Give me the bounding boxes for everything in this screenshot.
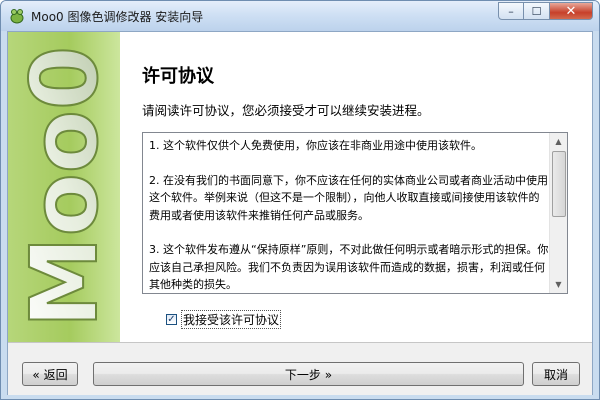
close-button[interactable]: ✕ xyxy=(550,2,593,20)
agree-checkbox[interactable]: ✓ xyxy=(166,314,177,325)
wizard-client: Moo0 许可协议 请阅读许可协议，您必须接受才可以继续安装进程。 1. 这个软… xyxy=(7,31,593,395)
sidebar-banner: Moo0 xyxy=(8,32,120,342)
checkmark-icon: ✓ xyxy=(167,313,176,325)
license-textbox[interactable]: 1. 这个软件仅供个人免费使用，你应该在非商业用途中使用该软件。 2. 在没有我… xyxy=(142,132,568,294)
logo-text: Moo0 xyxy=(11,46,118,328)
title-bar[interactable]: Moo0 图像色调修改器 安装向导 – ☐ ✕ xyxy=(1,1,599,31)
agree-checkbox-row[interactable]: ✓ 我接受该许可协议 xyxy=(166,310,282,329)
cancel-button[interactable]: 取消 xyxy=(532,362,580,386)
button-bar: « 返回 下一步 » 取消 xyxy=(8,342,592,395)
content-panel: 许可协议 请阅读许可协议，您必须接受才可以继续安装进程。 1. 这个软件仅供个人… xyxy=(120,32,592,342)
scrollbar-thumb[interactable] xyxy=(552,151,566,217)
scroll-down-icon[interactable]: ▼ xyxy=(550,276,567,293)
moo0-logo: Moo0 xyxy=(10,45,119,329)
installer-window: Moo0 图像色调修改器 安装向导 – ☐ ✕ Moo0 许可协议 请阅读许可协… xyxy=(0,0,600,400)
page-subtitle: 请阅读许可协议，您必须接受才可以继续安装进程。 xyxy=(142,103,430,118)
close-icon: ✕ xyxy=(565,3,577,19)
app-icon xyxy=(10,9,24,24)
minimize-icon: – xyxy=(508,4,514,18)
maximize-icon: ☐ xyxy=(531,4,542,18)
page-title: 许可协议 xyxy=(142,66,214,87)
license-scrollbar[interactable]: ▲ ▼ xyxy=(549,133,567,293)
license-paragraph-3: 3. 这个软件发布遵从“保持原样”原则，不对此做任何明示或者暗示形式的担保。你应… xyxy=(149,243,549,291)
next-button[interactable]: 下一步 » xyxy=(93,362,524,386)
scroll-up-icon[interactable]: ▲ xyxy=(550,133,567,150)
window-title: Moo0 图像色调修改器 安装向导 xyxy=(31,10,204,24)
minimize-button[interactable]: – xyxy=(498,2,524,20)
window-controls: – ☐ ✕ xyxy=(498,2,593,20)
maximize-button[interactable]: ☐ xyxy=(524,2,550,20)
agree-label[interactable]: 我接受该许可协议 xyxy=(181,310,282,329)
license-paragraph-2: 2. 在没有我们的书面同意下，你不应该在任何的实体商业公司或者商业活动中使用这个… xyxy=(149,173,548,222)
back-button[interactable]: « 返回 xyxy=(22,362,78,386)
license-paragraph-1: 1. 这个软件仅供个人免费使用，你应该在非商业用途中使用该软件。 xyxy=(149,139,482,152)
license-text: 1. 这个软件仅供个人免费使用，你应该在非商业用途中使用该软件。 2. 在没有我… xyxy=(149,137,549,293)
